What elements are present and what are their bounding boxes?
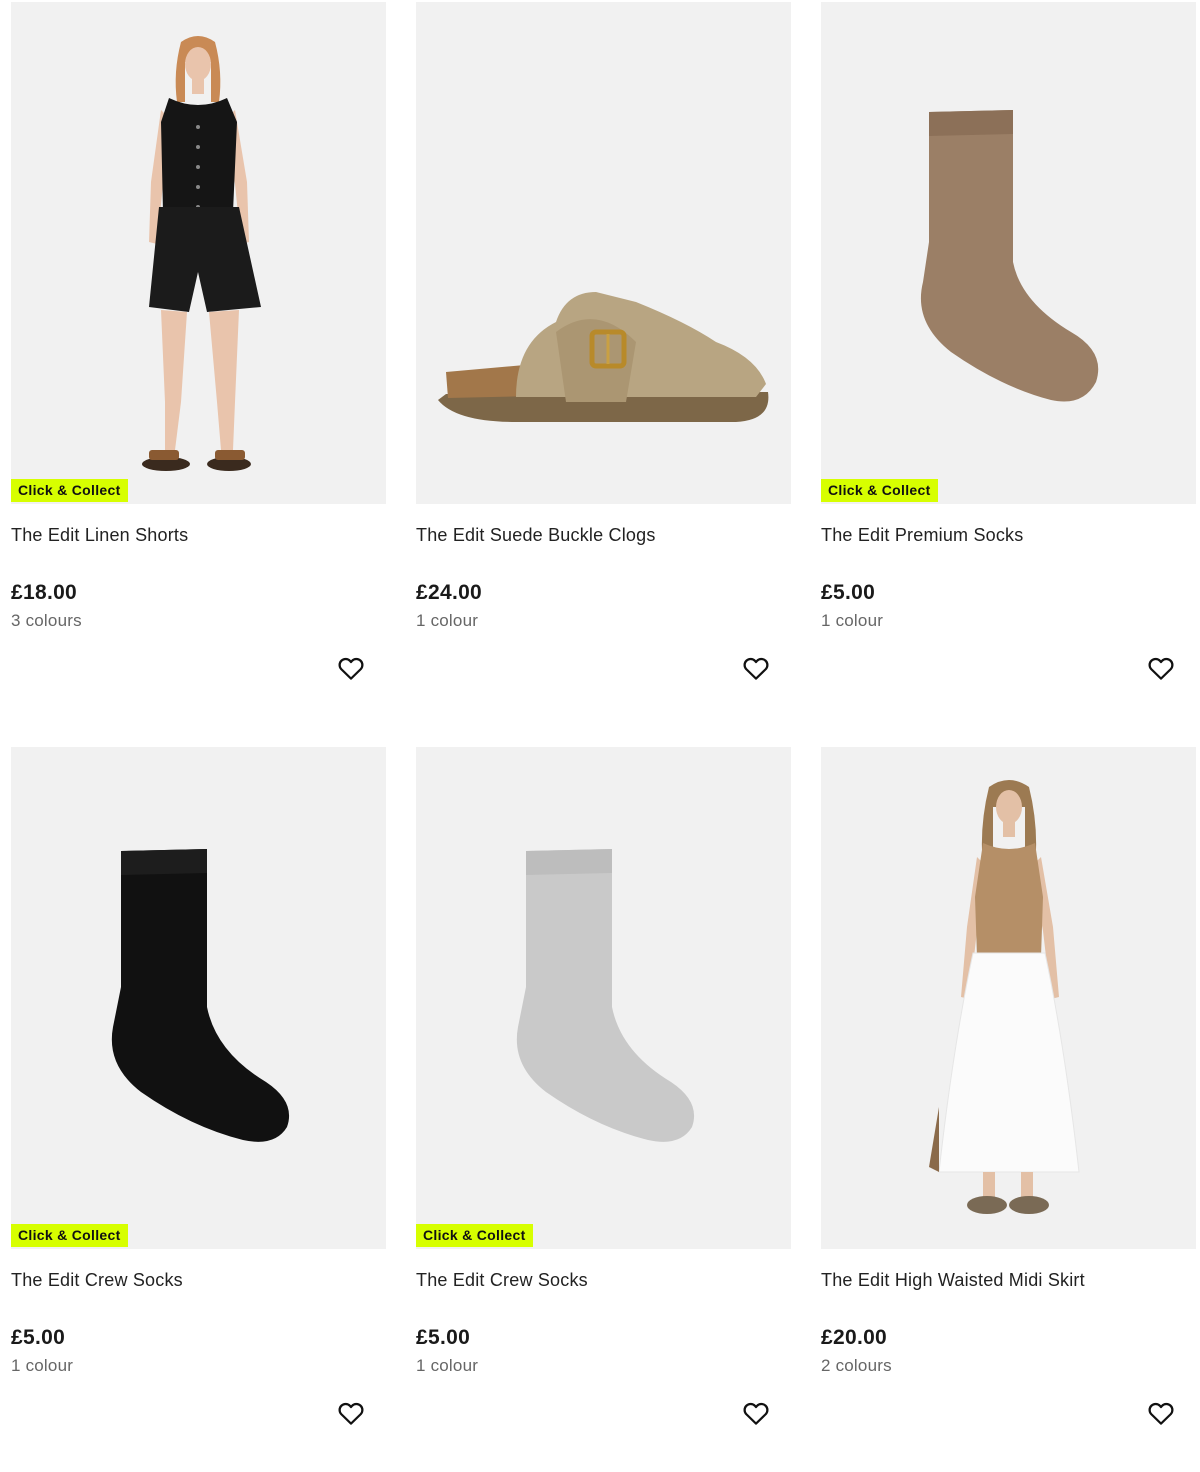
wishlist-button[interactable] [336,1398,366,1428]
product-colours: 3 colours [11,611,82,630]
product-price: £5.00 [821,581,876,604]
product-name[interactable]: The Edit Crew Socks [11,1270,183,1291]
product-price: £18.00 [11,581,78,604]
heart-outline-icon [1148,657,1174,680]
product-name[interactable]: The Edit Crew Socks [416,1270,588,1291]
product-card[interactable]: Click & Collect The Edit Linen Shorts £1… [11,2,386,727]
click-collect-badge: Click & Collect [11,479,128,502]
wishlist-button[interactable] [741,653,771,683]
heart-outline-icon [1148,1402,1174,1425]
product-image-suede-clogs[interactable] [416,2,791,504]
product-image-crew-socks-black[interactable]: Click & Collect [11,747,386,1249]
brown-sock-image [920,110,1099,402]
product-price: £5.00 [11,1326,66,1349]
model-linen-shorts-image [142,36,261,471]
product-image-linen-shorts[interactable]: Click & Collect [11,2,386,504]
product-card[interactable]: Click & Collect The Edit Crew Socks £5.0… [416,747,791,1472]
product-card[interactable]: Click & Collect The Edit Crew Socks £5.0… [11,747,386,1472]
click-collect-badge: Click & Collect [821,479,938,502]
wishlist-button[interactable] [741,1398,771,1428]
wishlist-button[interactable] [1146,653,1176,683]
product-price: £20.00 [821,1326,888,1349]
click-collect-badge: Click & Collect [416,1224,533,1247]
heart-outline-icon [743,657,769,680]
product-colours: 1 colour [11,1356,74,1375]
product-price: £5.00 [416,1326,471,1349]
product-colours: 2 colours [821,1356,892,1375]
product-colours: 1 colour [821,611,884,630]
product-colours: 1 colour [416,611,479,630]
product-image-crew-socks-grey[interactable]: Click & Collect [416,747,791,1249]
product-price: £24.00 [416,581,483,604]
model-midi-skirt-image [929,780,1080,1214]
grey-sock-image [516,849,695,1142]
suede-buckle-clog-image [438,292,769,422]
black-sock-image [111,849,290,1142]
product-image-midi-skirt[interactable] [821,747,1196,1249]
wishlist-button[interactable] [1146,1398,1176,1428]
product-image-premium-socks[interactable]: Click & Collect [821,2,1196,504]
product-name[interactable]: The Edit High Waisted Midi Skirt [821,1270,1085,1291]
product-name[interactable]: The Edit Linen Shorts [11,525,188,546]
heart-outline-icon [338,1402,364,1425]
product-name[interactable]: The Edit Premium Socks [821,525,1023,546]
wishlist-button[interactable] [336,653,366,683]
product-card[interactable]: The Edit Suede Buckle Clogs £24.00 1 col… [416,2,791,727]
product-name[interactable]: The Edit Suede Buckle Clogs [416,525,656,546]
product-card[interactable]: The Edit High Waisted Midi Skirt £20.00 … [821,747,1196,1472]
click-collect-badge: Click & Collect [11,1224,128,1247]
product-card[interactable]: Click & Collect The Edit Premium Socks £… [821,2,1196,727]
heart-outline-icon [338,657,364,680]
product-grid: Click & Collect The Edit Linen Shorts £1… [11,2,1197,1472]
product-colours: 1 colour [416,1356,479,1375]
heart-outline-icon [743,1402,769,1425]
